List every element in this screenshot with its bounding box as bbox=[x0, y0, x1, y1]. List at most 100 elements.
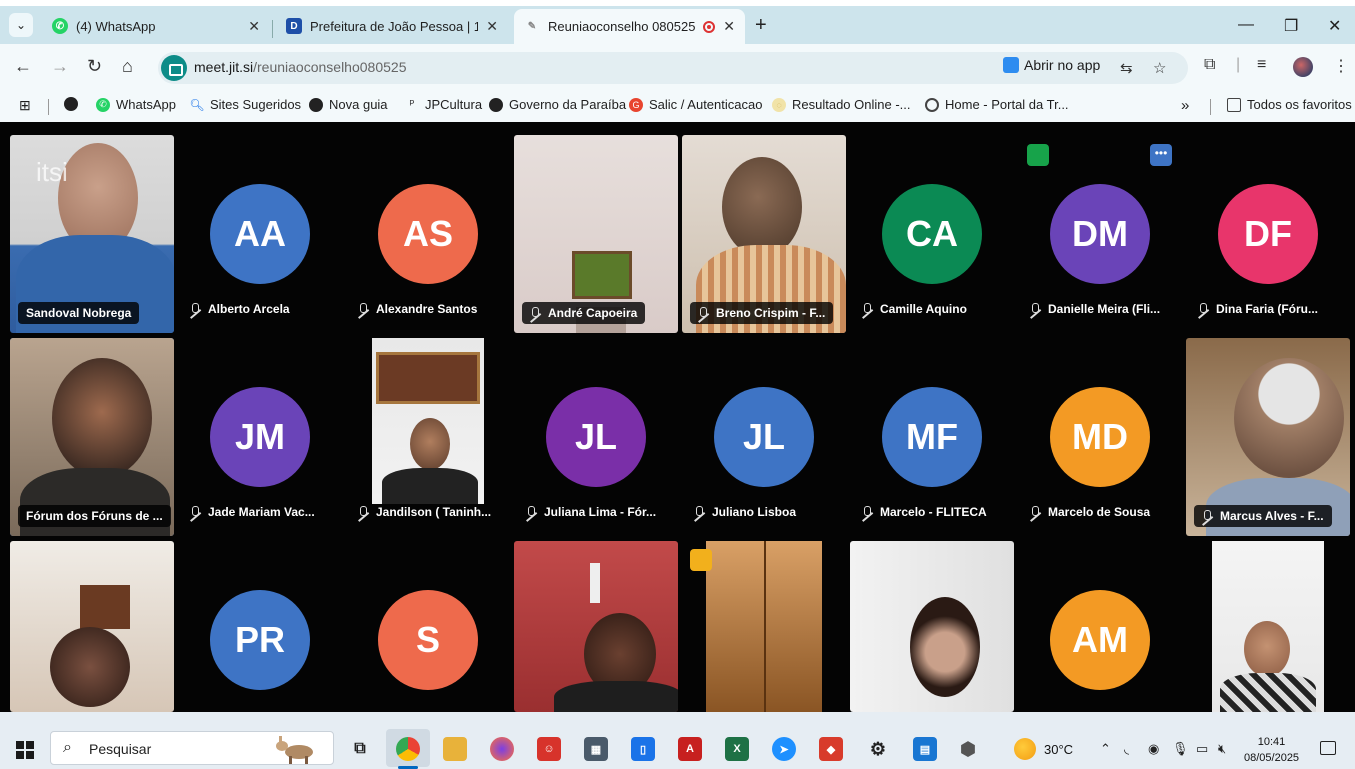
new-tab-button[interactable]: + bbox=[755, 14, 767, 37]
participant-tile[interactable]: AM bbox=[1018, 541, 1182, 739]
participant-tile-dominant-speaker[interactable]: Fórum dos Fóruns de ... bbox=[10, 338, 174, 536]
tab-whatsapp[interactable]: ✆ (4) WhatsApp ✕ bbox=[42, 10, 270, 42]
more-options-icon[interactable]: ••• bbox=[1150, 144, 1172, 166]
close-icon[interactable]: ✕ bbox=[723, 18, 735, 35]
all-favorites-folder[interactable]: Todos os favoritos bbox=[1227, 97, 1352, 112]
participant-tile[interactable] bbox=[10, 541, 174, 712]
address-bar[interactable]: meet.jit.si/reuniaoconselho080525 Abrir … bbox=[158, 52, 1188, 84]
site-info-icon[interactable] bbox=[161, 55, 187, 81]
participant-tile[interactable]: André Capoeira bbox=[514, 135, 678, 333]
participant-tile[interactable]: Marcus Alves - F... bbox=[1186, 338, 1350, 536]
bookmark-portal-transparencia[interactable]: Home - Portal da Tr... bbox=[925, 97, 1069, 112]
excel-icon[interactable]: X bbox=[725, 737, 749, 761]
window-close-icon[interactable]: ✕ bbox=[1328, 16, 1341, 36]
star-icon[interactable]: ☆ bbox=[1153, 59, 1166, 77]
forward-arrow-icon[interactable]: → bbox=[51, 56, 69, 77]
news-app-icon[interactable]: ▤ bbox=[913, 737, 937, 761]
tab-jitsi-meeting[interactable]: ✎ Reuniaoconselho 080525 | J ✕ bbox=[514, 9, 745, 44]
speaker-muted-icon[interactable]: 🔇︎ bbox=[1218, 741, 1226, 757]
participant-tile[interactable]: JL Juliana Lima - Fór... bbox=[514, 338, 678, 536]
reading-list-icon[interactable]: ≡ bbox=[1257, 56, 1266, 74]
translate-icon[interactable]: ⇆ bbox=[1120, 59, 1133, 77]
screen: ⌄ ✆ (4) WhatsApp ✕ D Prefeitura de João … bbox=[0, 0, 1355, 769]
participant-tile[interactable] bbox=[682, 541, 846, 712]
globe-icon[interactable] bbox=[64, 97, 84, 111]
connection-good-icon bbox=[1027, 144, 1049, 166]
anydesk-icon[interactable]: ◆ bbox=[819, 737, 843, 761]
participant-tile[interactable] bbox=[1186, 541, 1350, 713]
bookmark-whatsapp[interactable]: ✆ WhatsApp bbox=[96, 97, 176, 112]
avatar: AM bbox=[1050, 590, 1150, 690]
show-hidden-icons-chevron[interactable]: ⌃ bbox=[1100, 741, 1111, 757]
participant-tile[interactable]: Breno Crispim - F... bbox=[682, 135, 846, 333]
back-arrow-icon[interactable]: ← bbox=[14, 56, 32, 77]
participant-tile[interactable]: MF Marcelo - FLITECA bbox=[850, 338, 1014, 536]
close-icon[interactable]: ✕ bbox=[486, 18, 498, 35]
bookmark-sites-sugeridos[interactable]: 🔍︎ Sites Sugeridos bbox=[189, 97, 301, 112]
bookmarks-overflow-button[interactable]: » bbox=[1181, 97, 1189, 114]
system-clock[interactable]: 10:41 08/05/2025 bbox=[1244, 734, 1299, 766]
participant-tile[interactable]: PR bbox=[178, 541, 342, 739]
wifi-icon[interactable]: ◟ bbox=[1124, 741, 1129, 757]
windows-start-icon[interactable] bbox=[16, 741, 34, 759]
camera-icon[interactable]: ◉ bbox=[1148, 741, 1159, 757]
clock-time: 10:41 bbox=[1257, 736, 1286, 748]
participant-tile[interactable]: JL Juliano Lisboa bbox=[682, 338, 846, 536]
participant-tile[interactable]: itsi Sandoval Nobrega bbox=[10, 135, 174, 333]
bookmark-jpcultura[interactable]: ᴾ JPCultura bbox=[405, 97, 482, 112]
participant-tile[interactable]: Jandilson ( Taninh... bbox=[346, 338, 510, 536]
settings-gear-icon[interactable]: ⚙ bbox=[866, 737, 890, 761]
bookmark-governo-paraiba[interactable]: Governo da Paraíba bbox=[489, 97, 626, 112]
microphone-icon[interactable]: 🎙︎ bbox=[1172, 741, 1189, 757]
open-in-app-button[interactable]: Abrir no app bbox=[1003, 57, 1100, 73]
recording-icon bbox=[703, 20, 716, 33]
bookmarks-divider bbox=[48, 99, 49, 115]
pdf-reader-icon[interactable]: A bbox=[678, 737, 702, 761]
taskbar-search[interactable]: ⌕ Pesquisar bbox=[50, 731, 334, 765]
video-feed bbox=[706, 541, 822, 712]
avatar: JL bbox=[546, 387, 646, 487]
avatar: JM bbox=[210, 387, 310, 487]
firefox-icon[interactable] bbox=[490, 737, 514, 761]
browser-app-icon[interactable]: ➤ bbox=[772, 737, 796, 761]
security-shield-icon[interactable]: ⬢ bbox=[956, 737, 980, 761]
mic-muted-icon bbox=[1198, 303, 1208, 315]
participant-tile[interactable]: JM Jade Mariam Vac... bbox=[178, 338, 342, 536]
bookmark-salic[interactable]: G Salic / Autenticacao bbox=[629, 97, 762, 112]
restore-icon[interactable]: ❐ bbox=[1284, 16, 1298, 36]
extensions-icon[interactable]: ⧉ bbox=[1204, 56, 1215, 74]
task-view-icon[interactable]: ⧉ bbox=[348, 737, 372, 761]
home-icon[interactable]: ⌂ bbox=[122, 56, 133, 77]
participant-tile[interactable]: AA Alberto Arcela bbox=[178, 135, 342, 333]
jitsi-watermark: itsi bbox=[36, 157, 68, 187]
reload-icon[interactable]: ↻ bbox=[87, 56, 102, 77]
bookmark-resultado-online[interactable]: ◌ Resultado Online -... bbox=[772, 97, 911, 112]
participant-tile[interactable]: AS Alexandre Santos bbox=[346, 135, 510, 333]
contacts-app-icon[interactable]: ☺ bbox=[537, 737, 561, 761]
docs-app-icon[interactable]: ▯ bbox=[631, 737, 655, 761]
close-icon[interactable]: ✕ bbox=[248, 18, 260, 35]
profile-avatar[interactable] bbox=[1293, 57, 1313, 77]
participant-tile[interactable]: DF Dina Faria (Fóru... bbox=[1186, 135, 1350, 333]
participant-tile[interactable]: ••• DM Danielle Meira (Fli... bbox=[1018, 135, 1182, 333]
participant-tile[interactable]: MD Marcelo de Sousa bbox=[1018, 338, 1182, 536]
resultado-icon: ◌ bbox=[772, 97, 786, 112]
tab-search-chevron-icon[interactable]: ⌄ bbox=[9, 13, 33, 37]
chrome-icon[interactable] bbox=[396, 737, 420, 761]
tab-prefeitura[interactable]: D Prefeitura de João Pessoa | 1Do ✕ bbox=[276, 10, 508, 42]
file-explorer-icon[interactable] bbox=[443, 737, 467, 761]
notifications-icon[interactable] bbox=[1320, 741, 1336, 755]
salic-icon: G bbox=[629, 97, 643, 112]
participant-tile[interactable] bbox=[514, 541, 678, 712]
calculator-icon[interactable]: ▦ bbox=[584, 737, 608, 761]
search-placeholder: Pesquisar bbox=[89, 741, 152, 757]
minimize-icon[interactable]: — bbox=[1238, 16, 1254, 34]
weather-widget[interactable]: 30°C bbox=[1014, 738, 1073, 760]
participant-tile[interactable]: S bbox=[346, 541, 510, 739]
battery-icon[interactable]: ▭ bbox=[1196, 741, 1208, 757]
participant-tile[interactable] bbox=[850, 541, 1014, 712]
apps-grid-icon[interactable]: ⊞ bbox=[19, 97, 31, 114]
participant-tile[interactable]: CA Camille Aquino bbox=[850, 135, 1014, 333]
bookmark-nova-guia[interactable]: Nova guia bbox=[309, 97, 388, 112]
more-menu-icon[interactable]: ⋮ bbox=[1333, 56, 1349, 76]
